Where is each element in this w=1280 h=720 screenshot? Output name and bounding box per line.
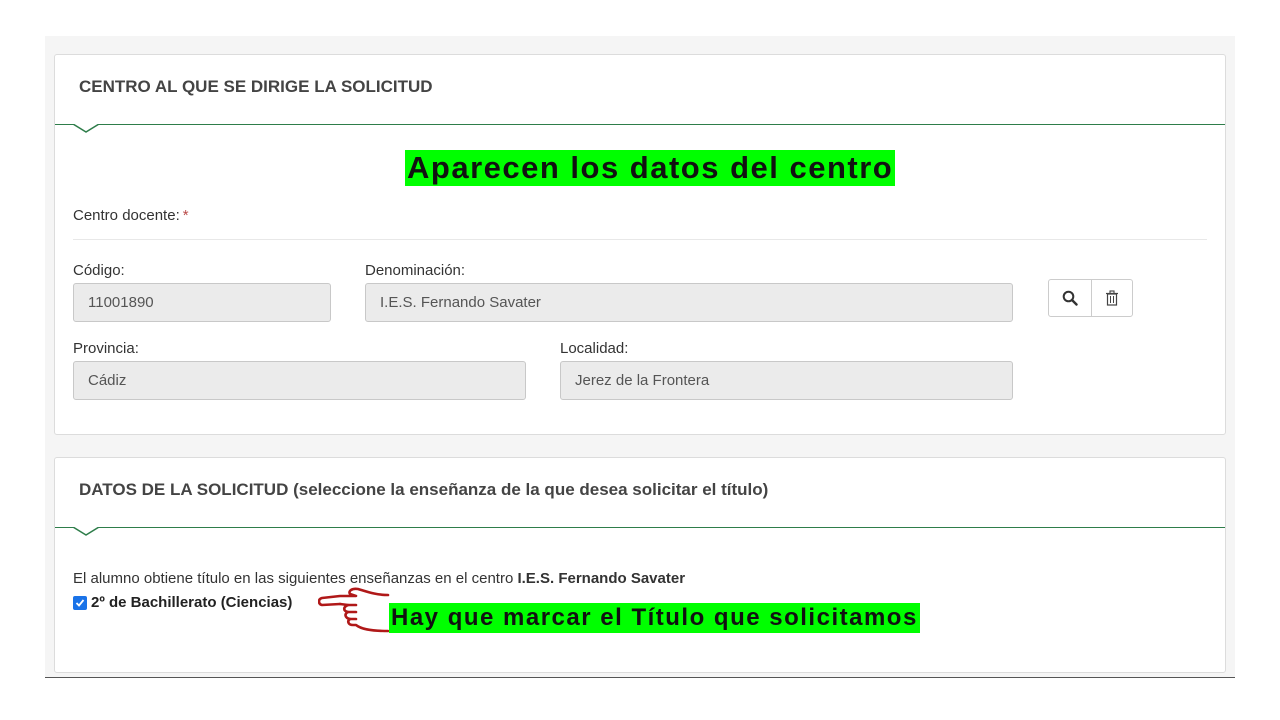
info-text: El alumno obtiene título en las siguient… xyxy=(73,570,686,587)
delete-button[interactable] xyxy=(1090,280,1133,316)
denominacion-field[interactable]: I.E.S. Fernando Savater xyxy=(365,283,1013,322)
option-bachillerato[interactable]: 2º de Bachillerato (Ciencias) xyxy=(73,594,292,611)
centro-docente-label: Centro docente: * xyxy=(73,207,189,224)
form-frame: CENTRO AL QUE SE DIRIGE LA SOLICITUD Cen… xyxy=(45,36,1235,678)
pointing-hand-icon xyxy=(318,587,390,633)
annotation-banner-centro: Aparecen los datos del centro xyxy=(405,150,896,186)
localidad-field[interactable]: Jerez de la Frontera xyxy=(560,361,1013,400)
separator xyxy=(73,239,1207,240)
search-button[interactable] xyxy=(1049,280,1091,316)
option-label: 2º de Bachillerato (Ciencias) xyxy=(91,594,293,611)
codigo-label: Código: xyxy=(73,262,125,279)
centro-panel-title: CENTRO AL QUE SE DIRIGE LA SOLICITUD xyxy=(79,77,433,96)
option-checkbox[interactable] xyxy=(73,595,87,610)
info-centro: I.E.S. Fernando Savater xyxy=(517,570,686,587)
centro-panel: CENTRO AL QUE SE DIRIGE LA SOLICITUD Cen… xyxy=(54,54,1226,435)
localidad-label: Localidad: xyxy=(560,340,629,357)
chevron-down-icon xyxy=(73,527,99,536)
datos-panel-title: DATOS DE LA SOLICITUD (seleccione la ens… xyxy=(79,480,769,499)
provincia-label: Provincia: xyxy=(73,340,139,357)
panel-divider xyxy=(55,527,1225,539)
panel-divider xyxy=(55,124,1225,136)
chevron-down-icon xyxy=(73,124,99,133)
annotation-banner-titulo: Hay que marcar el Título que solicitamos xyxy=(389,603,920,633)
codigo-field[interactable]: 11001890 xyxy=(73,283,331,322)
denominacion-label: Denominación: xyxy=(365,262,466,279)
centro-actions xyxy=(1048,279,1133,317)
search-icon xyxy=(1062,290,1078,306)
trash-icon xyxy=(1105,290,1118,306)
provincia-field[interactable]: Cádiz xyxy=(73,361,526,400)
datos-solicitud-panel: DATOS DE LA SOLICITUD (seleccione la ens… xyxy=(54,457,1226,673)
check-icon xyxy=(75,598,85,607)
required-mark: * xyxy=(182,207,189,224)
